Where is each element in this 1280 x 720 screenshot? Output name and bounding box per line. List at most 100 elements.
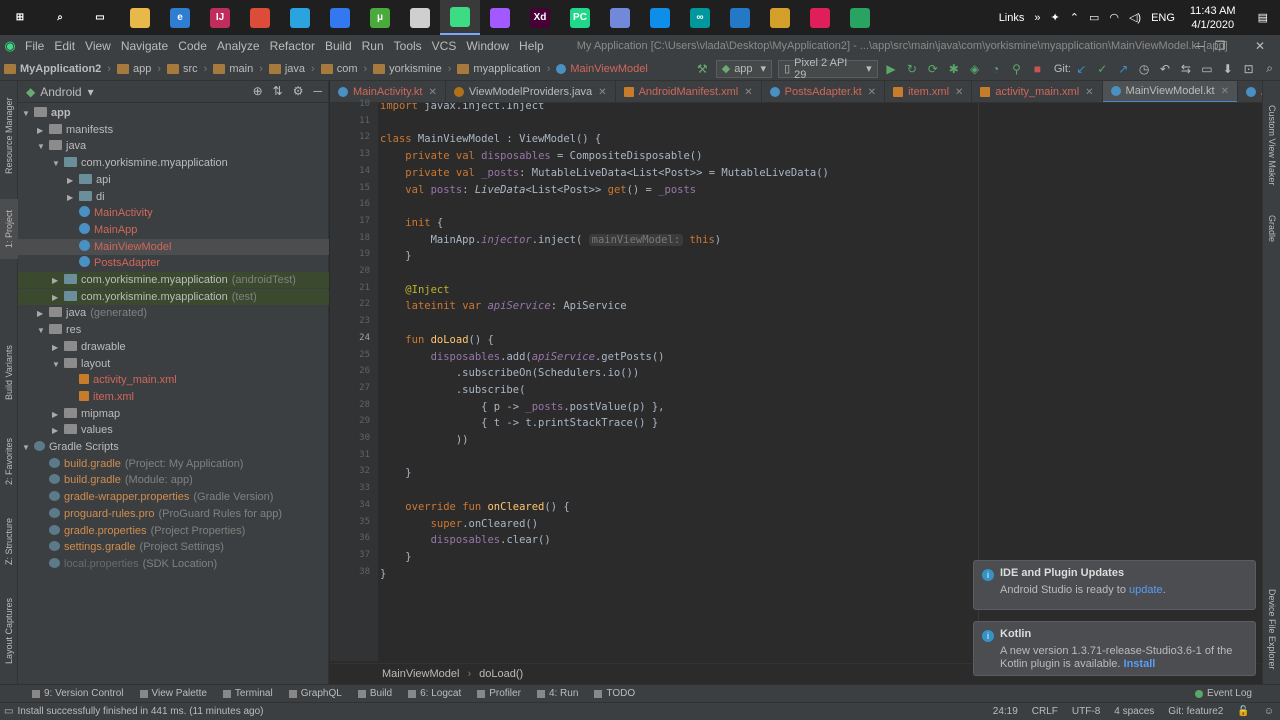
code-line[interactable]: import javax.inject.Inject (380, 103, 544, 114)
tree-item[interactable]: ▶ com.yorkismine.myapplication (test) (18, 288, 329, 305)
editor-tab[interactable]: PostsAdapter.kt ✕ (762, 81, 886, 102)
run-icon[interactable]: ▶ (881, 58, 902, 80)
tool-window-4-run[interactable]: 4: Run (529, 688, 586, 699)
tree-item[interactable]: gradle.properties (Project Properties) (18, 523, 329, 539)
volume-icon[interactable]: ◁) (1124, 11, 1146, 24)
nav-crumb[interactable]: MyApplication2 (0, 63, 105, 75)
menu-code[interactable]: Code (173, 39, 212, 53)
slack-icon[interactable] (800, 0, 840, 35)
tree-item[interactable]: ▼ java (18, 138, 329, 154)
tree-item[interactable]: settings.gradle (Project Settings) (18, 539, 329, 555)
vcs-push-icon[interactable]: ↗ (1113, 58, 1134, 80)
code-line[interactable]: @Inject (380, 282, 449, 298)
code-line[interactable]: disposables.clear() (380, 532, 551, 548)
tree-item[interactable]: build.gradle (Module: app) (18, 472, 329, 488)
line-separator[interactable]: CRLF (1032, 706, 1058, 717)
code-line[interactable]: fun doLoad() { (380, 332, 494, 348)
rollback-icon[interactable]: ↶ (1155, 58, 1176, 80)
build-hammer-icon[interactable]: ⚒ (692, 58, 713, 80)
tray-expand-icon[interactable]: ⌃ (1065, 11, 1084, 24)
utorrent-icon[interactable]: μ (360, 0, 400, 35)
collapsed-arrow-icon[interactable]: ▶ (52, 340, 62, 356)
lock-icon[interactable]: 🔓 (1237, 706, 1249, 717)
editor-tab[interactable]: MainViewModel.kt ✕ (1102, 81, 1238, 102)
git-branch[interactable]: Git: feature2 (1168, 706, 1223, 717)
status-message[interactable]: Install successfully finished in 441 ms.… (17, 706, 263, 717)
layout-inspector-icon[interactable]: ⊡ (1238, 58, 1259, 80)
menu-window[interactable]: Window (461, 39, 514, 53)
menu-edit[interactable]: Edit (49, 39, 80, 53)
breadcrumb-class[interactable]: MainViewModel (382, 668, 459, 680)
tree-item[interactable]: MainViewModel (18, 238, 329, 255)
nav-crumb[interactable]: java (265, 63, 309, 75)
task-view-icon[interactable]: ▭ (80, 0, 120, 35)
breadcrumb-function[interactable]: doLoad() (479, 668, 523, 680)
nav-crumb[interactable]: MainViewModel (552, 63, 651, 75)
expanded-arrow-icon[interactable]: ▼ (37, 139, 47, 155)
tree-item[interactable]: ▶ mipmap (18, 406, 329, 422)
menu-navigate[interactable]: Navigate (116, 39, 173, 53)
pycharm-icon[interactable]: PC (560, 0, 600, 35)
close-tab-icon[interactable]: ✕ (744, 87, 752, 98)
build-variants-tab[interactable]: Build Variants (0, 343, 18, 403)
tree-item[interactable]: ▶ di (18, 189, 329, 205)
tree-item[interactable]: PostsAdapter (18, 255, 329, 271)
avd-manager-icon[interactable]: ▭ (1196, 58, 1217, 80)
nav-crumb[interactable]: app (113, 63, 155, 75)
adobe-xd-icon[interactable]: Xd (520, 0, 560, 35)
tree-item[interactable]: gradle-wrapper.properties (Gradle Version… (18, 489, 329, 505)
code-line[interactable]: class MainViewModel : ViewModel() { (380, 131, 601, 147)
debug-icon[interactable]: ✱ (943, 58, 964, 80)
tool-window-profiler[interactable]: Profiler (469, 688, 529, 699)
arduino-icon[interactable]: ∞ (680, 0, 720, 35)
dropbox-tray-icon[interactable]: ✦ (1046, 11, 1065, 24)
collapsed-arrow-icon[interactable]: ▶ (52, 423, 62, 439)
tree-item[interactable]: ▶ manifests (18, 122, 329, 138)
notification-ide-updates[interactable]: i IDE and Plugin Updates Android Studio … (973, 560, 1256, 610)
code-line[interactable]: .subscribe( (380, 382, 526, 398)
device-file-explorer-tab[interactable]: Device File Explorer (1263, 579, 1280, 679)
tree-item[interactable]: ▼ layout (18, 356, 329, 372)
file-explorer-icon[interactable] (120, 0, 160, 35)
figma-icon[interactable] (480, 0, 520, 35)
tree-item[interactable]: item.xml (18, 389, 329, 405)
code-line[interactable]: } (380, 566, 386, 582)
device-select[interactable]: ▯ Pixel 2 API 29 ▾ (778, 57, 878, 81)
gradle-tab[interactable]: Gradle (1263, 209, 1280, 249)
code-line[interactable]: lateinit var apiService: ApiService (380, 298, 626, 314)
code-line[interactable]: disposables.add(apiService.getPosts() (380, 349, 665, 365)
tree-item[interactable]: MainApp (18, 222, 329, 238)
nav-crumb[interactable]: main (209, 63, 257, 75)
install-link[interactable]: Install (1124, 658, 1156, 670)
editor-tab[interactable]: ViewModelProviders.java ✕ (446, 81, 616, 102)
telegram-icon[interactable] (280, 0, 320, 35)
tree-item[interactable]: local.properties (SDK Location) (18, 556, 329, 572)
close-tab-icon[interactable]: ✕ (1221, 86, 1229, 97)
editor-tab[interactable]: AppCompon (1238, 81, 1262, 102)
tool-window-9-version-control[interactable]: 9: Version Control (24, 688, 132, 699)
nav-crumb[interactable]: com (317, 63, 362, 75)
code-line[interactable]: super.onCleared() (380, 516, 538, 532)
code-line[interactable]: { p -> _posts.postValue(p) }, (380, 399, 664, 415)
sync-gradle-icon[interactable]: ⇆ (1176, 58, 1197, 80)
tool-window-view-palette[interactable]: View Palette (132, 688, 215, 699)
close-tab-icon[interactable]: ✕ (428, 87, 436, 98)
collapsed-arrow-icon[interactable]: ▶ (52, 407, 62, 423)
menu-view[interactable]: View (80, 39, 116, 53)
links-toolbar[interactable]: Links (994, 12, 1030, 24)
overflow-chevron-icon[interactable]: » (1029, 12, 1045, 24)
code-line[interactable]: MainApp.injector.inject( mainViewModel: … (380, 232, 721, 248)
menu-help[interactable]: Help (514, 39, 549, 53)
inspector-icon[interactable]: ☺ (1264, 706, 1274, 717)
expanded-arrow-icon[interactable]: ▼ (52, 357, 62, 373)
discord-icon[interactable] (600, 0, 640, 35)
tool-window-graphql[interactable]: GraphQL (281, 688, 350, 699)
update-link[interactable]: update (1129, 584, 1163, 596)
project-tab[interactable]: 1: Project (0, 199, 18, 259)
menu-tools[interactable]: Tools (389, 39, 427, 53)
dropdown-arrow-icon[interactable]: ▾ (88, 85, 94, 99)
code-line[interactable]: .subscribeOn(Schedulers.io()) (380, 365, 639, 381)
sdk-manager-icon[interactable]: ⬇ (1217, 58, 1238, 80)
code-line[interactable]: init { (380, 215, 443, 231)
code-line[interactable]: private val disposables = CompositeDispo… (380, 148, 702, 164)
